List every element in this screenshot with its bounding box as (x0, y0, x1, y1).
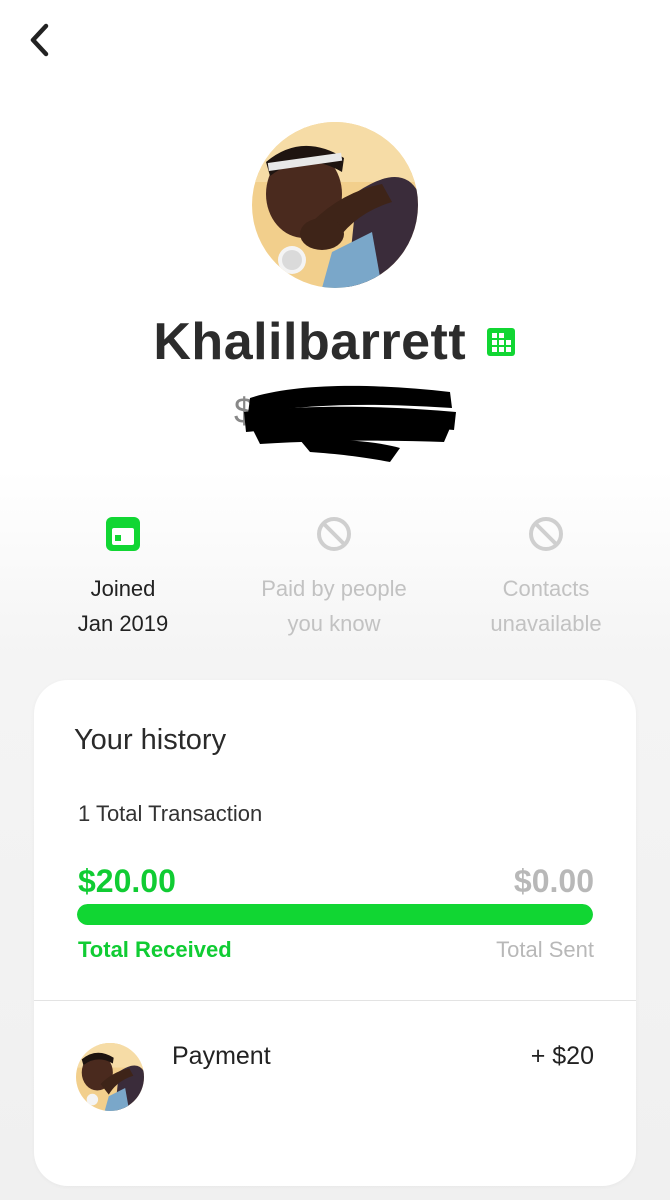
transaction-avatar (76, 1043, 144, 1111)
prohibited-icon (529, 517, 563, 551)
transaction-title: Payment (172, 1042, 271, 1070)
stat-joined: Joined Jan 2019 (18, 515, 228, 641)
stat-paid-by-people: Paid by people you know (229, 515, 439, 641)
calendar-icon (106, 517, 140, 551)
chevron-left-icon (30, 23, 49, 57)
history-title: Your history (74, 724, 227, 756)
profile-photo (252, 122, 418, 288)
profile-name-row: Khalilbarrett (0, 312, 670, 372)
transaction-amount: + $20 (530, 1042, 594, 1070)
received-sent-bar (77, 904, 593, 925)
stat-paid-line2: you know (287, 611, 381, 636)
transaction-count: 1 Total Transaction (78, 801, 263, 826)
transaction-row[interactable]: Payment + $20 (34, 1001, 636, 1131)
sent-label: Total Sent (496, 937, 594, 962)
received-amount: $20.00 (78, 863, 176, 899)
stat-contacts-line2: unavailable (490, 611, 602, 636)
prohibited-icon (317, 517, 351, 551)
business-icon (486, 328, 515, 356)
stat-paid-line1: Paid by people (261, 576, 407, 601)
stat-contacts-line1: Contacts (502, 576, 590, 601)
stat-joined-date: Jan 2019 (77, 611, 169, 636)
redaction-scribble (244, 385, 456, 462)
received-label: Total Received (78, 937, 232, 962)
received-bar-fill (77, 904, 593, 925)
back-button[interactable] (22, 20, 58, 60)
profile-photo (76, 1043, 144, 1111)
profile-name: Khalilbarrett (153, 313, 467, 371)
profile-avatar (252, 122, 418, 288)
sent-amount: $0.00 (513, 863, 594, 899)
history-card: Your history 1 Total Transaction $20.00 … (34, 680, 636, 1186)
stat-joined-label: Joined (90, 576, 156, 601)
stat-contacts: Contacts unavailable (441, 515, 651, 641)
